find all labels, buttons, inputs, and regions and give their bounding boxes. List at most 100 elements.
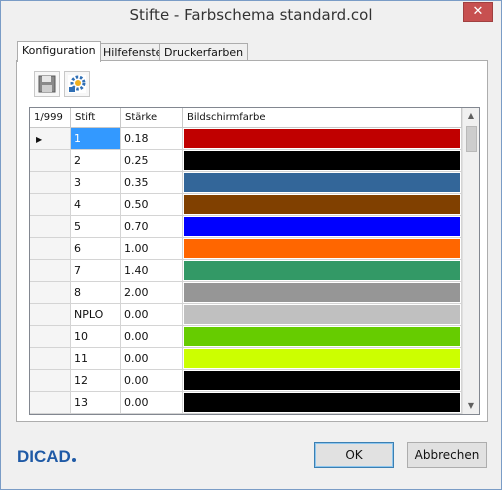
color-cell[interactable]	[183, 370, 462, 392]
row-header[interactable]	[30, 348, 71, 370]
stift-cell[interactable]: 5	[71, 216, 121, 238]
stift-cell[interactable]: 6	[71, 238, 121, 260]
staerke-cell[interactable]: 0.70	[121, 216, 183, 238]
color-cell[interactable]	[183, 282, 462, 304]
staerke-cell[interactable]: 0.50	[121, 194, 183, 216]
stift-cell[interactable]: 13	[71, 392, 121, 414]
row-header[interactable]	[30, 194, 71, 216]
column-header-bildschirmfarbe[interactable]: Bildschirmfarbe	[183, 108, 462, 127]
corner-label: 1/999	[30, 108, 71, 127]
row-header[interactable]: ▶	[30, 128, 71, 150]
stift-cell[interactable]: 2	[71, 150, 121, 172]
stift-cell[interactable]: 12	[71, 370, 121, 392]
close-button[interactable]: ✕	[463, 2, 493, 22]
row-header[interactable]	[30, 326, 71, 348]
vertical-scrollbar[interactable]: ▲ ▼	[462, 108, 479, 414]
table-row[interactable]: 4 0.50	[30, 194, 462, 216]
color-swatch	[184, 217, 460, 236]
tab-druckerfarben[interactable]: Druckerfarben	[159, 43, 249, 61]
stift-cell[interactable]: NPLO	[71, 304, 121, 326]
staerke-cell[interactable]: 0.00	[121, 326, 183, 348]
column-header-staerke[interactable]: Stärke	[121, 108, 183, 127]
stift-cell[interactable]: 10	[71, 326, 121, 348]
stift-cell[interactable]: 1	[71, 128, 121, 150]
color-swatch	[184, 371, 460, 390]
color-cell[interactable]	[183, 260, 462, 282]
scroll-thumb[interactable]	[466, 126, 477, 152]
stift-cell[interactable]: 8	[71, 282, 121, 304]
scroll-down-icon[interactable]: ▼	[463, 398, 479, 414]
staerke-cell[interactable]: 0.00	[121, 304, 183, 326]
color-cell[interactable]	[183, 172, 462, 194]
stift-cell[interactable]: 3	[71, 172, 121, 194]
color-swatch	[184, 173, 460, 192]
stift-cell[interactable]: 11	[71, 348, 121, 370]
window-title: Stifte - Farbschema standard.col	[129, 6, 373, 24]
color-swatch	[184, 239, 460, 258]
row-header[interactable]	[30, 216, 71, 238]
table-row[interactable]: 10 0.00	[30, 326, 462, 348]
color-cell[interactable]	[183, 348, 462, 370]
konfiguration-panel: 1/999 Stift Stärke Bildschirmfarbe ▶ 1 0.1…	[16, 60, 488, 422]
row-header[interactable]	[30, 172, 71, 194]
tab-konfiguration[interactable]: Konfiguration	[17, 41, 101, 62]
scroll-up-icon[interactable]: ▲	[463, 108, 479, 124]
table-row[interactable]: 6 1.00	[30, 238, 462, 260]
row-header[interactable]	[30, 150, 71, 172]
table-row[interactable]: 11 0.00	[30, 348, 462, 370]
staerke-cell[interactable]: 1.40	[121, 260, 183, 282]
current-row-arrow-icon: ▶	[36, 135, 43, 144]
staerke-cell[interactable]: 0.00	[121, 370, 183, 392]
color-cell[interactable]	[183, 128, 462, 150]
color-swatch	[184, 151, 460, 170]
color-swatch	[184, 349, 460, 368]
ok-button[interactable]: OK	[314, 442, 394, 468]
row-header[interactable]	[30, 370, 71, 392]
table-row[interactable]: 7 1.40	[30, 260, 462, 282]
color-cell[interactable]	[183, 392, 462, 414]
staerke-cell[interactable]: 0.18	[121, 128, 183, 150]
table-row[interactable]: 3 0.35	[30, 172, 462, 194]
table-row[interactable]: 8 2.00	[30, 282, 462, 304]
dialog-window: Stifte - Farbschema standard.col ✕ Konfi…	[0, 0, 502, 490]
stift-cell[interactable]: 4	[71, 194, 121, 216]
staerke-cell[interactable]: 0.25	[121, 150, 183, 172]
table-row[interactable]: 5 0.70	[30, 216, 462, 238]
color-swatch	[184, 283, 460, 302]
title-bar: Stifte - Farbschema standard.col ✕	[1, 1, 501, 31]
color-cell[interactable]	[183, 194, 462, 216]
color-swatch	[184, 393, 460, 412]
column-header-stift[interactable]: Stift	[71, 108, 121, 127]
settings-button[interactable]	[64, 71, 90, 97]
row-header[interactable]	[30, 260, 71, 282]
row-header[interactable]	[30, 392, 71, 414]
save-button[interactable]	[34, 71, 60, 97]
gear-icon	[68, 75, 86, 93]
row-header[interactable]	[30, 238, 71, 260]
color-swatch	[184, 129, 460, 148]
dicad-logo: DICAD	[17, 447, 76, 467]
floppy-disk-icon	[38, 75, 56, 93]
grid-header: 1/999 Stift Stärke Bildschirmfarbe	[30, 108, 462, 128]
color-cell[interactable]	[183, 150, 462, 172]
color-swatch	[184, 261, 460, 280]
table-row[interactable]: NPLO 0.00	[30, 304, 462, 326]
staerke-cell[interactable]: 0.00	[121, 348, 183, 370]
staerke-cell[interactable]: 2.00	[121, 282, 183, 304]
row-header[interactable]	[30, 282, 71, 304]
table-row[interactable]: 13 0.00	[30, 392, 462, 414]
color-cell[interactable]	[183, 326, 462, 348]
table-row[interactable]: ▶ 1 0.18	[30, 128, 462, 150]
color-cell[interactable]	[183, 216, 462, 238]
pen-grid: 1/999 Stift Stärke Bildschirmfarbe ▶ 1 0.1…	[29, 107, 480, 415]
stift-cell[interactable]: 7	[71, 260, 121, 282]
row-header[interactable]	[30, 304, 71, 326]
staerke-cell[interactable]: 0.35	[121, 172, 183, 194]
cancel-button[interactable]: Abbrechen	[407, 442, 487, 468]
color-cell[interactable]	[183, 238, 462, 260]
table-row[interactable]: 2 0.25	[30, 150, 462, 172]
table-row[interactable]: 12 0.00	[30, 370, 462, 392]
color-cell[interactable]	[183, 304, 462, 326]
staerke-cell[interactable]: 1.00	[121, 238, 183, 260]
staerke-cell[interactable]: 0.00	[121, 392, 183, 414]
